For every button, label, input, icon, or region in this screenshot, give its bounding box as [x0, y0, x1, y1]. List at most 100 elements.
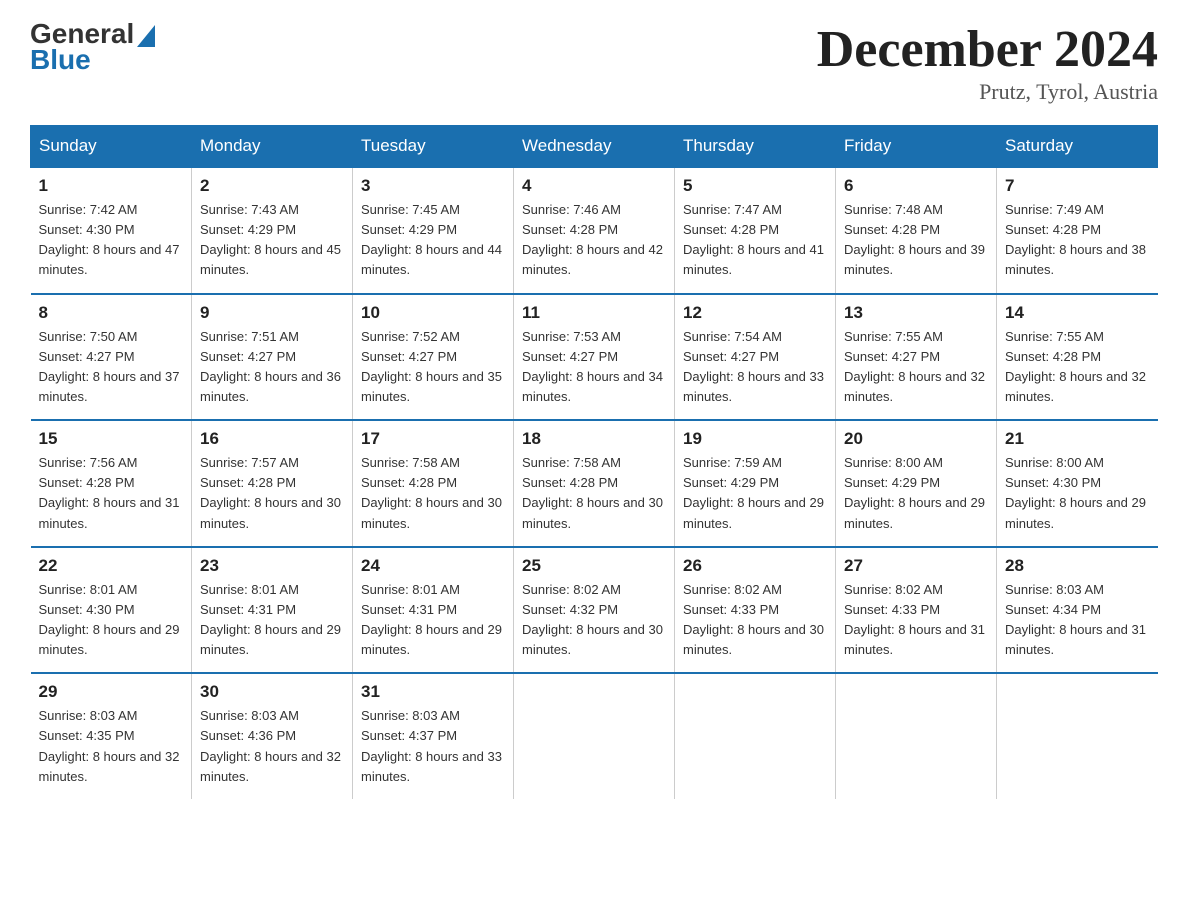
day-info: Sunrise: 8:01 AMSunset: 4:31 PMDaylight:…	[361, 582, 502, 657]
day-number: 30	[200, 682, 344, 702]
day-info: Sunrise: 7:52 AMSunset: 4:27 PMDaylight:…	[361, 329, 502, 404]
day-info: Sunrise: 7:58 AMSunset: 4:28 PMDaylight:…	[522, 455, 663, 530]
page-header: General Blue December 2024 Prutz, Tyrol,…	[30, 20, 1158, 105]
day-number: 1	[39, 176, 184, 196]
calendar-cell: 6 Sunrise: 7:48 AMSunset: 4:28 PMDayligh…	[836, 167, 997, 294]
day-number: 31	[361, 682, 505, 702]
day-info: Sunrise: 7:59 AMSunset: 4:29 PMDaylight:…	[683, 455, 824, 530]
day-info: Sunrise: 8:00 AMSunset: 4:30 PMDaylight:…	[1005, 455, 1146, 530]
day-number: 2	[200, 176, 344, 196]
day-number: 25	[522, 556, 666, 576]
calendar-cell: 2 Sunrise: 7:43 AMSunset: 4:29 PMDayligh…	[192, 167, 353, 294]
calendar-cell: 3 Sunrise: 7:45 AMSunset: 4:29 PMDayligh…	[353, 167, 514, 294]
day-number: 17	[361, 429, 505, 449]
calendar-cell: 17 Sunrise: 7:58 AMSunset: 4:28 PMDaylig…	[353, 420, 514, 547]
column-header-sunday: Sunday	[31, 126, 192, 168]
calendar-cell: 30 Sunrise: 8:03 AMSunset: 4:36 PMDaylig…	[192, 673, 353, 799]
calendar-cell: 24 Sunrise: 8:01 AMSunset: 4:31 PMDaylig…	[353, 547, 514, 674]
day-info: Sunrise: 7:57 AMSunset: 4:28 PMDaylight:…	[200, 455, 341, 530]
calendar-cell	[836, 673, 997, 799]
logo: General Blue	[30, 20, 155, 74]
day-info: Sunrise: 7:49 AMSunset: 4:28 PMDaylight:…	[1005, 202, 1146, 277]
calendar-cell: 9 Sunrise: 7:51 AMSunset: 4:27 PMDayligh…	[192, 294, 353, 421]
calendar-week-row: 15 Sunrise: 7:56 AMSunset: 4:28 PMDaylig…	[31, 420, 1158, 547]
day-info: Sunrise: 7:58 AMSunset: 4:28 PMDaylight:…	[361, 455, 502, 530]
calendar-cell: 10 Sunrise: 7:52 AMSunset: 4:27 PMDaylig…	[353, 294, 514, 421]
column-header-thursday: Thursday	[675, 126, 836, 168]
day-number: 10	[361, 303, 505, 323]
calendar-cell: 15 Sunrise: 7:56 AMSunset: 4:28 PMDaylig…	[31, 420, 192, 547]
calendar-week-row: 1 Sunrise: 7:42 AMSunset: 4:30 PMDayligh…	[31, 167, 1158, 294]
day-info: Sunrise: 8:00 AMSunset: 4:29 PMDaylight:…	[844, 455, 985, 530]
day-number: 23	[200, 556, 344, 576]
day-info: Sunrise: 7:47 AMSunset: 4:28 PMDaylight:…	[683, 202, 824, 277]
calendar-cell: 18 Sunrise: 7:58 AMSunset: 4:28 PMDaylig…	[514, 420, 675, 547]
title-block: December 2024 Prutz, Tyrol, Austria	[817, 20, 1158, 105]
column-header-monday: Monday	[192, 126, 353, 168]
calendar-cell	[514, 673, 675, 799]
calendar-week-row: 29 Sunrise: 8:03 AMSunset: 4:35 PMDaylig…	[31, 673, 1158, 799]
calendar-cell	[997, 673, 1158, 799]
calendar-cell: 12 Sunrise: 7:54 AMSunset: 4:27 PMDaylig…	[675, 294, 836, 421]
day-info: Sunrise: 7:43 AMSunset: 4:29 PMDaylight:…	[200, 202, 341, 277]
calendar-week-row: 8 Sunrise: 7:50 AMSunset: 4:27 PMDayligh…	[31, 294, 1158, 421]
day-info: Sunrise: 7:48 AMSunset: 4:28 PMDaylight:…	[844, 202, 985, 277]
column-header-friday: Friday	[836, 126, 997, 168]
day-number: 24	[361, 556, 505, 576]
day-info: Sunrise: 7:51 AMSunset: 4:27 PMDaylight:…	[200, 329, 341, 404]
day-number: 4	[522, 176, 666, 196]
day-number: 5	[683, 176, 827, 196]
calendar-cell: 11 Sunrise: 7:53 AMSunset: 4:27 PMDaylig…	[514, 294, 675, 421]
day-number: 22	[39, 556, 184, 576]
logo-triangle-icon	[137, 25, 155, 47]
day-info: Sunrise: 7:50 AMSunset: 4:27 PMDaylight:…	[39, 329, 180, 404]
day-number: 15	[39, 429, 184, 449]
day-info: Sunrise: 8:03 AMSunset: 4:37 PMDaylight:…	[361, 708, 502, 783]
column-header-tuesday: Tuesday	[353, 126, 514, 168]
calendar-cell: 8 Sunrise: 7:50 AMSunset: 4:27 PMDayligh…	[31, 294, 192, 421]
day-number: 13	[844, 303, 988, 323]
calendar-cell: 29 Sunrise: 8:03 AMSunset: 4:35 PMDaylig…	[31, 673, 192, 799]
calendar-table: SundayMondayTuesdayWednesdayThursdayFrid…	[30, 125, 1158, 799]
day-info: Sunrise: 7:45 AMSunset: 4:29 PMDaylight:…	[361, 202, 502, 277]
day-number: 6	[844, 176, 988, 196]
calendar-cell: 1 Sunrise: 7:42 AMSunset: 4:30 PMDayligh…	[31, 167, 192, 294]
day-number: 21	[1005, 429, 1150, 449]
day-info: Sunrise: 7:55 AMSunset: 4:27 PMDaylight:…	[844, 329, 985, 404]
day-number: 29	[39, 682, 184, 702]
column-header-saturday: Saturday	[997, 126, 1158, 168]
day-number: 14	[1005, 303, 1150, 323]
calendar-cell: 21 Sunrise: 8:00 AMSunset: 4:30 PMDaylig…	[997, 420, 1158, 547]
day-info: Sunrise: 8:03 AMSunset: 4:35 PMDaylight:…	[39, 708, 180, 783]
day-info: Sunrise: 8:02 AMSunset: 4:33 PMDaylight:…	[683, 582, 824, 657]
day-number: 7	[1005, 176, 1150, 196]
day-number: 27	[844, 556, 988, 576]
day-info: Sunrise: 8:01 AMSunset: 4:30 PMDaylight:…	[39, 582, 180, 657]
day-info: Sunrise: 8:03 AMSunset: 4:36 PMDaylight:…	[200, 708, 341, 783]
day-info: Sunrise: 7:53 AMSunset: 4:27 PMDaylight:…	[522, 329, 663, 404]
day-number: 19	[683, 429, 827, 449]
calendar-cell: 14 Sunrise: 7:55 AMSunset: 4:28 PMDaylig…	[997, 294, 1158, 421]
day-number: 8	[39, 303, 184, 323]
day-info: Sunrise: 8:01 AMSunset: 4:31 PMDaylight:…	[200, 582, 341, 657]
day-info: Sunrise: 8:02 AMSunset: 4:33 PMDaylight:…	[844, 582, 985, 657]
day-number: 26	[683, 556, 827, 576]
calendar-cell: 22 Sunrise: 8:01 AMSunset: 4:30 PMDaylig…	[31, 547, 192, 674]
calendar-cell: 28 Sunrise: 8:03 AMSunset: 4:34 PMDaylig…	[997, 547, 1158, 674]
day-number: 16	[200, 429, 344, 449]
calendar-cell: 26 Sunrise: 8:02 AMSunset: 4:33 PMDaylig…	[675, 547, 836, 674]
calendar-cell: 5 Sunrise: 7:47 AMSunset: 4:28 PMDayligh…	[675, 167, 836, 294]
day-info: Sunrise: 8:03 AMSunset: 4:34 PMDaylight:…	[1005, 582, 1146, 657]
location-subtitle: Prutz, Tyrol, Austria	[817, 79, 1158, 105]
day-number: 28	[1005, 556, 1150, 576]
calendar-week-row: 22 Sunrise: 8:01 AMSunset: 4:30 PMDaylig…	[31, 547, 1158, 674]
month-title: December 2024	[817, 20, 1158, 79]
calendar-cell: 20 Sunrise: 8:00 AMSunset: 4:29 PMDaylig…	[836, 420, 997, 547]
calendar-cell	[675, 673, 836, 799]
day-info: Sunrise: 7:46 AMSunset: 4:28 PMDaylight:…	[522, 202, 663, 277]
day-info: Sunrise: 7:56 AMSunset: 4:28 PMDaylight:…	[39, 455, 180, 530]
calendar-header-row: SundayMondayTuesdayWednesdayThursdayFrid…	[31, 126, 1158, 168]
calendar-cell: 16 Sunrise: 7:57 AMSunset: 4:28 PMDaylig…	[192, 420, 353, 547]
calendar-cell: 23 Sunrise: 8:01 AMSunset: 4:31 PMDaylig…	[192, 547, 353, 674]
day-number: 20	[844, 429, 988, 449]
